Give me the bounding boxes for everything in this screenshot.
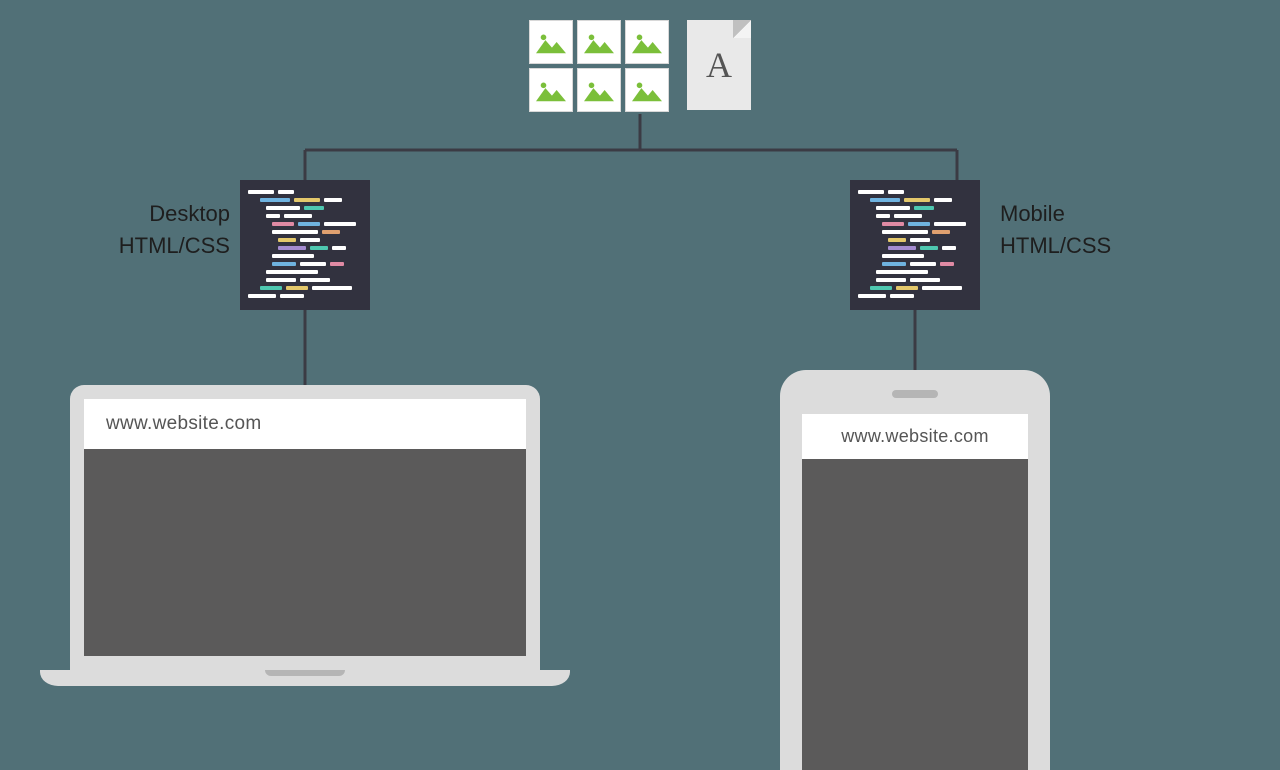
desktop-content — [84, 449, 526, 656]
laptop-base — [40, 670, 570, 686]
mobile-browser: www.website.com — [802, 414, 1028, 770]
desktop-browser: www.website.com — [84, 399, 526, 656]
desktop-url: www.website.com — [84, 399, 526, 449]
mobile-code-block — [850, 180, 980, 310]
desktop-code-block — [240, 180, 370, 310]
phone-icon: www.website.com — [780, 370, 1050, 770]
laptop-notch — [265, 670, 345, 676]
label-line: Desktop — [90, 198, 230, 230]
laptop-icon: www.website.com — [70, 385, 540, 670]
label-line: Mobile — [1000, 198, 1150, 230]
mobile-content — [802, 459, 1028, 770]
mobile-label: Mobile HTML/CSS — [1000, 198, 1150, 262]
phone-speaker — [892, 390, 938, 398]
desktop-label: Desktop HTML/CSS — [90, 198, 230, 262]
mobile-url: www.website.com — [802, 414, 1028, 459]
label-line: HTML/CSS — [90, 230, 230, 262]
label-line: HTML/CSS — [1000, 230, 1150, 262]
laptop-screen: www.website.com — [70, 385, 540, 670]
